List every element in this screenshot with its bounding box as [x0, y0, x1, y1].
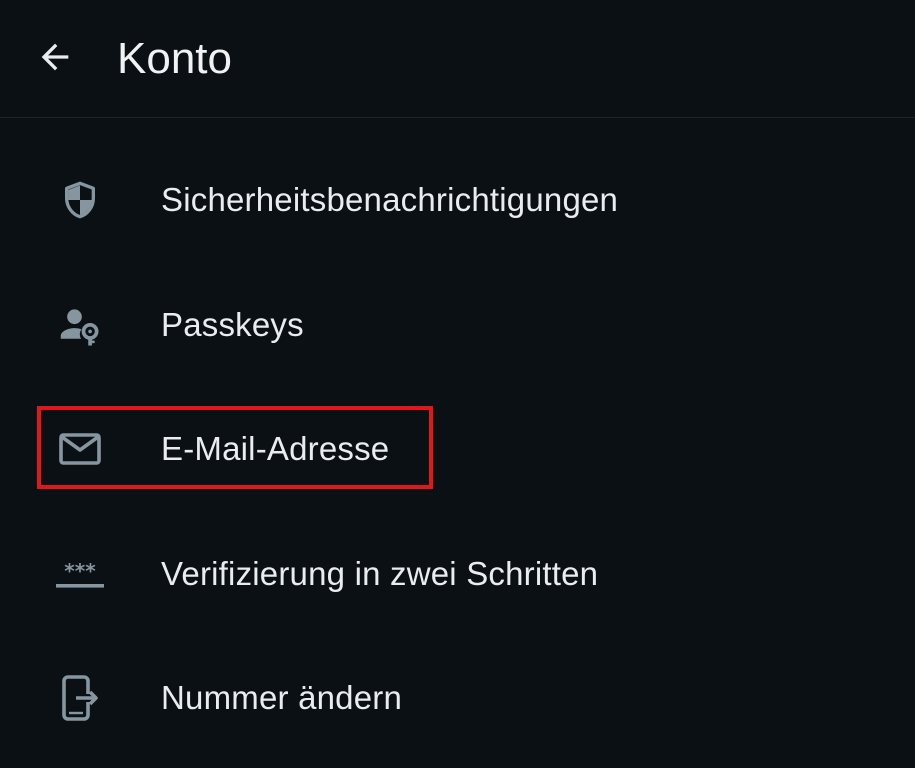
menu-item-label: Passkeys [161, 305, 304, 343]
menu-item-two-step-verification[interactable]: *** Verifizierung in zwei Schritten [0, 512, 915, 637]
asterisk-password-icon: *** [50, 544, 110, 604]
phone-change-icon [50, 668, 110, 728]
menu-item-label: E-Mail-Adresse [161, 430, 390, 468]
page-title: Konto [117, 34, 232, 83]
menu-item-email-address[interactable]: E-Mail-Adresse [0, 387, 915, 512]
svg-text:***: *** [64, 559, 96, 583]
mail-icon [50, 419, 110, 479]
arrow-back-icon [41, 43, 69, 71]
back-button[interactable] [28, 30, 82, 84]
menu-item-label: Verifizierung in zwei Schritten [161, 554, 599, 592]
menu-item-label: Nummer ändern [161, 679, 403, 717]
person-key-icon [50, 295, 110, 355]
menu-item-label: Sicherheitsbenachrichtigungen [161, 181, 619, 219]
shield-icon [50, 170, 110, 230]
menu-item-security-notifications[interactable]: Sicherheitsbenachrichtigungen [0, 138, 915, 263]
settings-menu: Sicherheitsbenachrichtigungen Passkeys E… [0, 138, 915, 761]
app-bar: Konto [0, 0, 915, 118]
menu-item-passkeys[interactable]: Passkeys [0, 263, 915, 388]
menu-item-change-number[interactable]: Nummer ändern [0, 636, 915, 761]
